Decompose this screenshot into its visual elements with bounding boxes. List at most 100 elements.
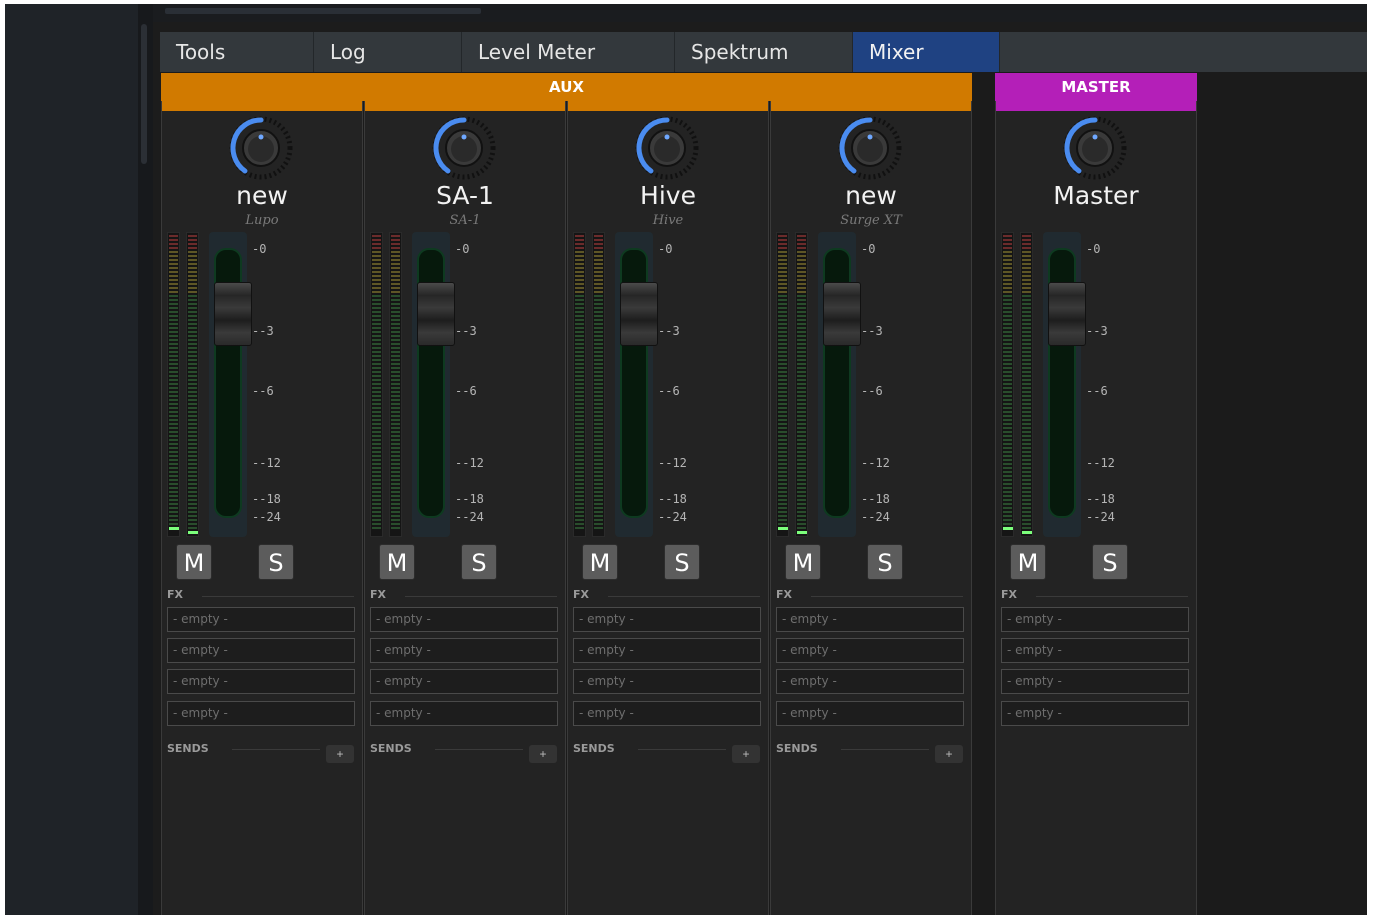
- fader-handle[interactable]: [823, 282, 861, 346]
- pan-knob[interactable]: [835, 113, 905, 183]
- fx-slot[interactable]: - empty -: [167, 701, 355, 726]
- strip-name: SA-1: [436, 181, 494, 210]
- db-tick-label: --24: [861, 510, 890, 524]
- solo-button[interactable]: S: [258, 544, 294, 580]
- fader-handle[interactable]: [1048, 282, 1086, 346]
- db-tick-label: --18: [1086, 492, 1115, 506]
- db-tick-label: --3: [658, 324, 680, 338]
- mute-button[interactable]: M: [176, 544, 212, 580]
- solo-button[interactable]: S: [664, 544, 700, 580]
- db-tick-label: --3: [1086, 324, 1108, 338]
- solo-button[interactable]: S: [867, 544, 903, 580]
- pan-knob[interactable]: [632, 113, 702, 183]
- panel-resize-handle[interactable]: [165, 8, 481, 14]
- fx-slot[interactable]: - empty -: [370, 669, 558, 694]
- db-tick-label: --18: [658, 492, 687, 506]
- db-tick-label: --24: [455, 510, 484, 524]
- fx-slot[interactable]: - empty -: [167, 638, 355, 663]
- fx-section-label: FX: [167, 588, 183, 601]
- fx-slot[interactable]: - empty -: [573, 669, 761, 694]
- tab-level-meter[interactable]: Level Meter: [462, 32, 675, 72]
- fx-slot[interactable]: - empty -: [1001, 638, 1189, 663]
- fx-slot[interactable]: - empty -: [1001, 669, 1189, 694]
- add-send-button[interactable]: +: [326, 745, 354, 763]
- fx-slot[interactable]: - empty -: [776, 701, 964, 726]
- tab-spektrum[interactable]: Spektrum: [675, 32, 853, 72]
- fx-slot[interactable]: - empty -: [1001, 607, 1189, 632]
- fx-slot[interactable]: - empty -: [370, 638, 558, 663]
- fx-slot[interactable]: - empty -: [573, 701, 761, 726]
- strip-name: Master: [1053, 181, 1139, 210]
- tab-tools[interactable]: Tools: [160, 32, 314, 72]
- add-send-button[interactable]: +: [732, 745, 760, 763]
- db-tick-label: --12: [861, 456, 890, 470]
- mute-button[interactable]: M: [379, 544, 415, 580]
- meter-peak-indicator: [1022, 531, 1032, 534]
- tab-log[interactable]: Log: [314, 32, 462, 72]
- mute-button[interactable]: M: [785, 544, 821, 580]
- sends-divider: [232, 749, 320, 750]
- pan-knob[interactable]: [1060, 113, 1130, 183]
- fader-handle[interactable]: [214, 282, 252, 346]
- fx-slot[interactable]: - empty -: [776, 607, 964, 632]
- level-meter-right: [1020, 232, 1033, 537]
- volume-fader[interactable]: [615, 232, 658, 537]
- level-meter-right: [186, 232, 199, 537]
- db-tick-label: --3: [455, 324, 477, 338]
- pan-knob[interactable]: [226, 113, 296, 183]
- db-tick-label: -0: [658, 242, 673, 256]
- fx-slot[interactable]: - empty -: [573, 638, 761, 663]
- left-sidebar: [5, 4, 138, 915]
- strip-color-bar: [771, 101, 971, 111]
- solo-button[interactable]: S: [461, 544, 497, 580]
- fx-slot[interactable]: - empty -: [776, 638, 964, 663]
- sidebar-scrollbar[interactable]: [138, 4, 153, 915]
- db-tick-label: --18: [252, 492, 281, 506]
- level-meter-right: [592, 232, 605, 537]
- volume-fader[interactable]: [1043, 232, 1086, 537]
- level-meter-right: [795, 232, 808, 537]
- tab-mixer[interactable]: Mixer: [853, 32, 1000, 72]
- fx-slot[interactable]: - empty -: [370, 607, 558, 632]
- fader-handle[interactable]: [620, 282, 658, 346]
- mute-button[interactable]: M: [1010, 544, 1046, 580]
- add-send-button[interactable]: +: [529, 745, 557, 763]
- fx-slot[interactable]: - empty -: [573, 607, 761, 632]
- db-tick-label: -0: [252, 242, 267, 256]
- fx-slot[interactable]: - empty -: [370, 701, 558, 726]
- fx-slot[interactable]: - empty -: [167, 669, 355, 694]
- level-meter-left: [573, 232, 586, 537]
- mute-button[interactable]: M: [582, 544, 618, 580]
- db-tick-label: --18: [861, 492, 890, 506]
- fader-handle[interactable]: [417, 282, 455, 346]
- strip-color-bar: [162, 101, 362, 111]
- fx-slot[interactable]: - empty -: [1001, 701, 1189, 726]
- mixer-panel: AUX MASTER new Lupo -0 --3 --6 --12 --18 --24 M S…: [160, 72, 1367, 915]
- add-send-button[interactable]: +: [935, 745, 963, 763]
- meter-peak-indicator: [778, 527, 788, 530]
- aux-group-header: AUX: [161, 73, 972, 101]
- fx-slot[interactable]: - empty -: [776, 669, 964, 694]
- fx-slot[interactable]: - empty -: [167, 607, 355, 632]
- fader-slot: [214, 248, 252, 518]
- db-tick-label: --24: [658, 510, 687, 524]
- db-tick-label: --6: [1086, 384, 1108, 398]
- meter-segments: [188, 235, 197, 529]
- volume-fader[interactable]: [412, 232, 455, 537]
- volume-fader[interactable]: [818, 232, 861, 537]
- volume-fader[interactable]: [209, 232, 252, 537]
- level-meter-left: [167, 232, 180, 537]
- db-tick-label: -0: [1086, 242, 1101, 256]
- strip-name: new: [845, 181, 897, 210]
- panel-tab-bar: Tools Log Level Meter Spektrum Mixer: [160, 32, 1367, 72]
- meter-peak-indicator: [188, 531, 198, 534]
- db-tick-label: --24: [252, 510, 281, 524]
- sends-section-label: SENDS: [370, 742, 412, 755]
- solo-button[interactable]: S: [1092, 544, 1128, 580]
- pan-knob[interactable]: [429, 113, 499, 183]
- db-tick-label: --3: [861, 324, 883, 338]
- scrollbar-thumb[interactable]: [141, 24, 147, 164]
- sends-section-label: SENDS: [776, 742, 818, 755]
- strip-name: new: [236, 181, 288, 210]
- fx-divider: [405, 596, 557, 597]
